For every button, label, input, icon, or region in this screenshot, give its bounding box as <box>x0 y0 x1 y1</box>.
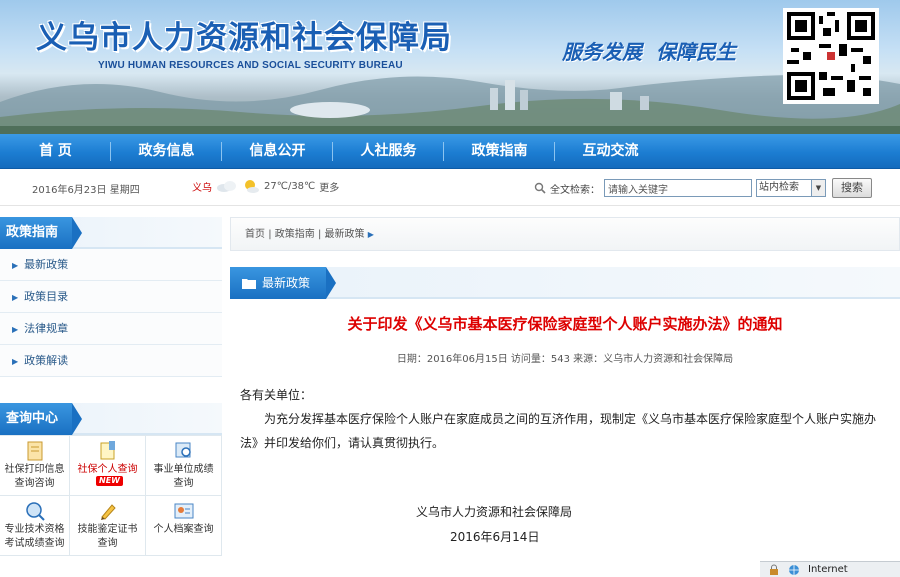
breadcrumb-home[interactable]: 首页 <box>245 229 265 240</box>
nav-interaction[interactable]: 互动交流 <box>555 134 666 169</box>
site-search: 全文检索： 站内检索 ▼ 搜索 <box>534 178 872 198</box>
query-social-insurance-print[interactable]: 社保打印信息 查询咨询 <box>0 436 70 496</box>
globe-icon <box>789 564 799 575</box>
search-globe-icon <box>25 502 45 521</box>
current-date: 2016年6月23日 星期四 <box>32 185 140 196</box>
query-personal-archive[interactable]: 个人档案查询 <box>146 496 222 556</box>
site-subtitle: YIWU HUMAN RESOURCES AND SOCIAL SECURITY… <box>98 60 403 71</box>
article-title: 关于印发《义乌市基本医疗保险家庭型个人账户实施办法》的通知 <box>347 315 783 333</box>
breadcrumb-policy-guide[interactable]: 政策指南 <box>275 229 315 240</box>
triangle-right-icon: ▶ <box>367 230 374 239</box>
id-card-icon <box>174 503 193 519</box>
chevron-down-icon: ▼ <box>811 180 825 196</box>
policy-guide-title: 政策指南 <box>0 217 83 249</box>
sidebar-item-laws[interactable]: ▶ 法律规章 <box>0 313 222 345</box>
search-scope-select[interactable]: 站内检索 ▼ <box>756 179 826 197</box>
document-print-icon <box>27 441 42 461</box>
query-personal-insurance[interactable]: 社保个人查询 NEW <box>70 436 146 496</box>
section-header: 最新政策 <box>230 267 900 299</box>
article-sign-date: 2016年6月14日 <box>450 530 540 544</box>
query-center-title: 查询中心 <box>0 403 83 435</box>
article-body: 各有关单位： 为充分发挥基本医疗保险个人账户在家庭成员之间的互济作用，现制定《义… <box>230 383 900 455</box>
qr-code-icon <box>783 8 879 104</box>
weather-city: 义乌 <box>192 182 212 194</box>
weather-temperature: 27℃/38℃ <box>264 180 316 192</box>
site-title: 义乌市人力资源和社会保障局 <box>36 20 452 56</box>
sun-icon <box>245 180 259 193</box>
article-salutation: 各有关单位： <box>240 388 313 402</box>
query-institution-scores[interactable]: 事业单位成绩 查询 <box>146 436 222 496</box>
nav-info-disclosure[interactable]: 信息公开 <box>222 134 333 169</box>
article-paragraph: 为充分发挥基本医疗保险个人账户在家庭成员之间的互济作用，现制定《义乌市基本医疗保… <box>240 412 877 450</box>
triangle-right-icon: ▶ <box>12 293 19 302</box>
new-badge: NEW <box>96 476 123 486</box>
city-skyline-image <box>0 75 900 134</box>
left-sidebar: 政策指南 ▶ 最新政策 ▶ 政策目录 ▶ 法律规章 ▶ 政策解读 查询中心 社保打印信息… <box>0 217 222 556</box>
site-slogan: 服务发展 保障民生 <box>562 36 736 65</box>
weather-widget: 义乌 27℃/38℃ 更多 <box>192 178 339 194</box>
main-content: 首页 | 政策指南 | 最新政策 ▶ 最新政策 关于印发《义乌市基本医疗保险家庭… <box>230 217 900 545</box>
main-nav: 首 页 政务信息 信息公开 人社服务 政策指南 互动交流 <box>0 134 900 169</box>
folder-icon <box>242 279 256 289</box>
search-scope-value: 站内检索 <box>759 182 799 193</box>
nav-policy-guide[interactable]: 政策指南 <box>444 134 555 169</box>
nav-services[interactable]: 人社服务 <box>333 134 444 169</box>
sidebar-item-latest-policy[interactable]: ▶ 最新政策 <box>0 249 222 281</box>
search-input[interactable] <box>604 179 752 197</box>
browser-status-bar: Internet <box>760 561 900 577</box>
breadcrumb-latest-policy[interactable]: 最新政策 <box>325 229 365 240</box>
info-bar: 2016年6月23日 星期四 义乌 27℃/38℃ 更多 全文检索： 站内检索 … <box>0 170 900 206</box>
clipboard-icon <box>100 441 115 460</box>
query-skill-certificate[interactable]: 技能鉴定证书 查询 <box>70 496 146 556</box>
sidebar-item-policy-catalog[interactable]: ▶ 政策目录 <box>0 281 222 313</box>
triangle-right-icon: ▶ <box>12 261 19 270</box>
policy-menu: ▶ 最新政策 ▶ 政策目录 ▶ 法律规章 ▶ 政策解读 <box>0 249 222 377</box>
search-label: 全文检索： <box>550 184 600 196</box>
security-icon <box>770 564 778 575</box>
pencil-icon <box>100 504 116 520</box>
policy-guide-panel-header: 政策指南 <box>0 217 222 249</box>
slogan-right: 保障民生 <box>656 40 736 64</box>
query-professional-exam[interactable]: 专业技术资格 考试成绩查询 <box>0 496 70 556</box>
search-button[interactable]: 搜索 <box>832 178 872 198</box>
query-grid: 社保打印信息 查询咨询 社保个人查询 NEW 事业单位成绩 查询 专业技术资格 … <box>0 435 222 556</box>
weather-more-link[interactable]: 更多 <box>319 179 339 194</box>
magnifier-document-icon <box>175 442 191 458</box>
slogan-left: 服务发展 <box>562 40 642 64</box>
nav-home[interactable]: 首 页 <box>0 134 111 169</box>
section-title: 最新政策 <box>262 276 311 290</box>
breadcrumb: 首页 | 政策指南 | 最新政策 ▶ <box>230 217 900 251</box>
section-tab: 最新政策 <box>230 267 337 299</box>
sidebar-item-policy-interpretation[interactable]: ▶ 政策解读 <box>0 345 222 377</box>
site-banner: 义乌市人力资源和社会保障局 YIWU HUMAN RESOURCES AND S… <box>0 0 900 134</box>
status-zone: Internet <box>808 564 848 575</box>
nav-government-info[interactable]: 政务信息 <box>111 134 222 169</box>
article-meta: 日期：2016年06月15日 访问量：543 来源：义乌市人力资源和社会保障局 <box>396 354 734 365</box>
magnifier-icon <box>534 182 546 194</box>
cloud-icon <box>217 181 236 192</box>
article-signature: 义乌市人力资源和社会保障局 <box>416 505 573 519</box>
query-center-panel-header: 查询中心 <box>0 403 222 435</box>
triangle-right-icon: ▶ <box>12 325 19 334</box>
triangle-right-icon: ▶ <box>12 357 19 366</box>
